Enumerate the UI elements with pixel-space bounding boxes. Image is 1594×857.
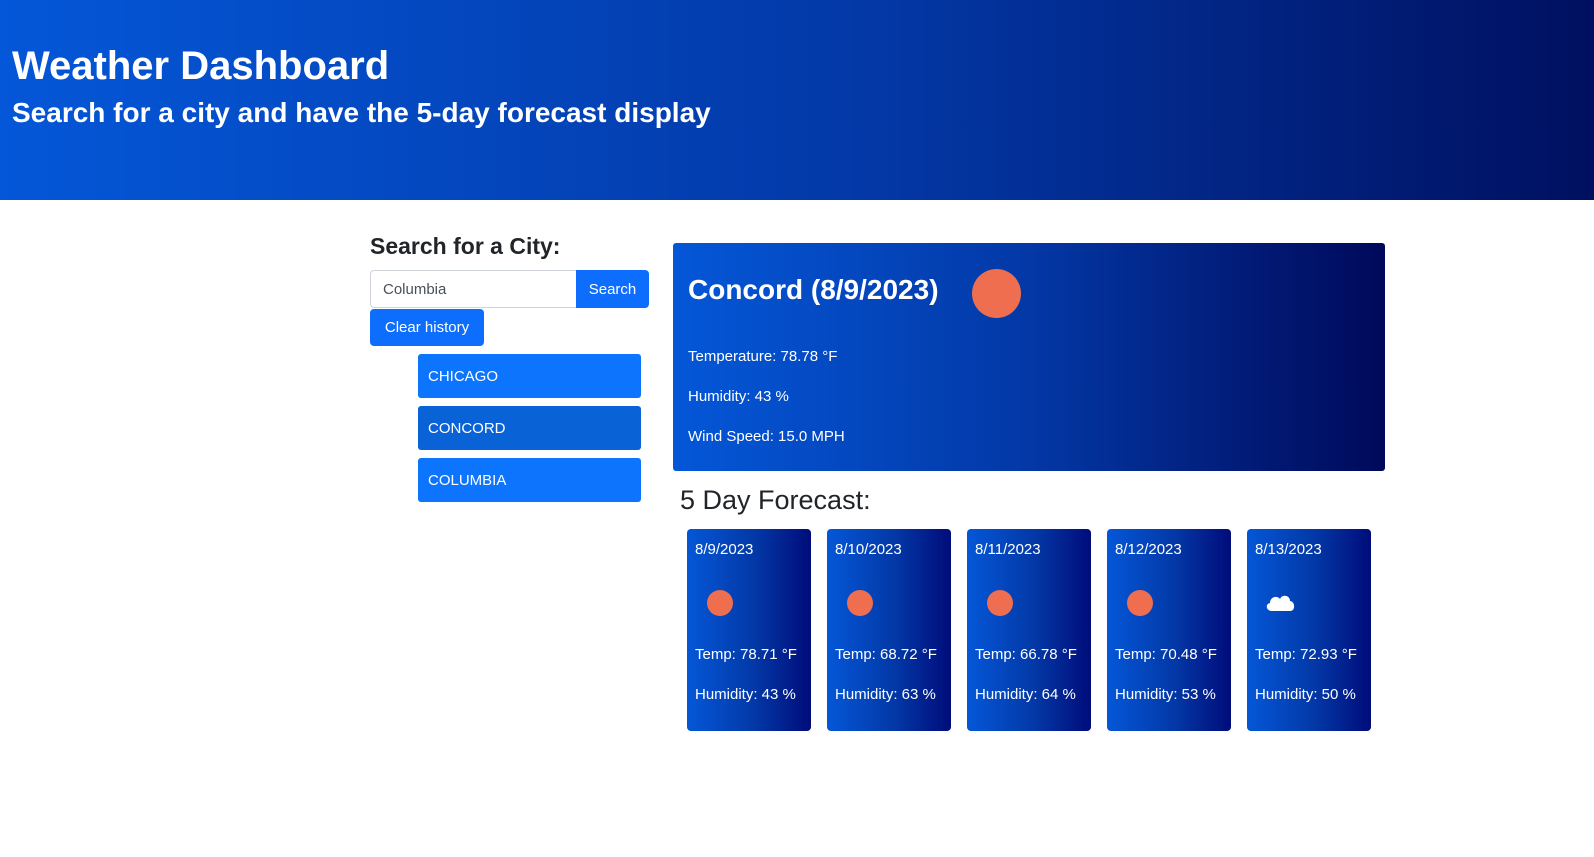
forecast-humidity: Humidity: 53 % xyxy=(1115,686,1216,703)
forecast-card: 8/9/2023 Temp: 78.71 °F Humidity: 43 % xyxy=(687,529,811,731)
forecast-temp: Temp: 72.93 °F xyxy=(1255,646,1357,663)
forecast-heading: 5 Day Forecast: xyxy=(680,485,871,515)
current-city-title: Concord (8/9/2023) xyxy=(688,274,939,305)
forecast-temp: Temp: 70.48 °F xyxy=(1115,646,1217,663)
forecast-humidity: Humidity: 63 % xyxy=(835,686,936,703)
forecast-date: 8/12/2023 xyxy=(1115,541,1182,558)
city-search-input[interactable] xyxy=(370,270,577,308)
page-title: Weather Dashboard xyxy=(12,44,390,88)
forecast-temp: Temp: 66.78 °F xyxy=(975,646,1077,663)
forecast-temp: Temp: 68.72 °F xyxy=(835,646,937,663)
current-humidity: Humidity: 43 % xyxy=(688,388,789,405)
sun-icon xyxy=(1127,590,1153,616)
forecast-humidity: Humidity: 50 % xyxy=(1255,686,1356,703)
current-wind-speed: Wind Speed: 15.0 MPH xyxy=(688,428,845,445)
history-item-columbia[interactable]: COLUMBIA xyxy=(418,458,641,502)
forecast-card: 8/12/2023 Temp: 70.48 °F Humidity: 53 % xyxy=(1107,529,1231,731)
forecast-date: 8/13/2023 xyxy=(1255,541,1322,558)
cloud-icon xyxy=(1266,595,1295,611)
sun-icon xyxy=(847,590,873,616)
clear-history-button[interactable]: Clear history xyxy=(370,309,484,346)
sun-icon xyxy=(972,269,1021,318)
forecast-card: 8/10/2023 Temp: 68.72 °F Humidity: 63 % xyxy=(827,529,951,731)
search-history-list: CHICAGO CONCORD COLUMBIA xyxy=(418,354,641,510)
forecast-card: 8/11/2023 Temp: 66.78 °F Humidity: 64 % xyxy=(967,529,1091,731)
search-button[interactable]: Search xyxy=(576,270,649,308)
forecast-card: 8/13/2023 Temp: 72.93 °F Humidity: 50 % xyxy=(1247,529,1371,731)
forecast-date: 8/11/2023 xyxy=(975,541,1041,558)
forecast-date: 8/10/2023 xyxy=(835,541,902,558)
search-heading: Search for a City: xyxy=(370,233,561,259)
forecast-temp: Temp: 78.71 °F xyxy=(695,646,797,663)
header-banner: Weather Dashboard Search for a city and … xyxy=(0,0,1594,200)
current-temperature: Temperature: 78.78 °F xyxy=(688,348,838,365)
forecast-humidity: Humidity: 43 % xyxy=(695,686,796,703)
history-item-chicago[interactable]: CHICAGO xyxy=(418,354,641,398)
sun-icon xyxy=(707,590,733,616)
forecast-date: 8/9/2023 xyxy=(695,541,754,558)
current-weather-card: Concord (8/9/2023) Temperature: 78.78 °F… xyxy=(673,243,1385,471)
sun-icon xyxy=(987,590,1013,616)
history-item-concord[interactable]: CONCORD xyxy=(418,406,641,450)
page-subtitle: Search for a city and have the 5-day for… xyxy=(12,97,711,128)
forecast-humidity: Humidity: 64 % xyxy=(975,686,1076,703)
